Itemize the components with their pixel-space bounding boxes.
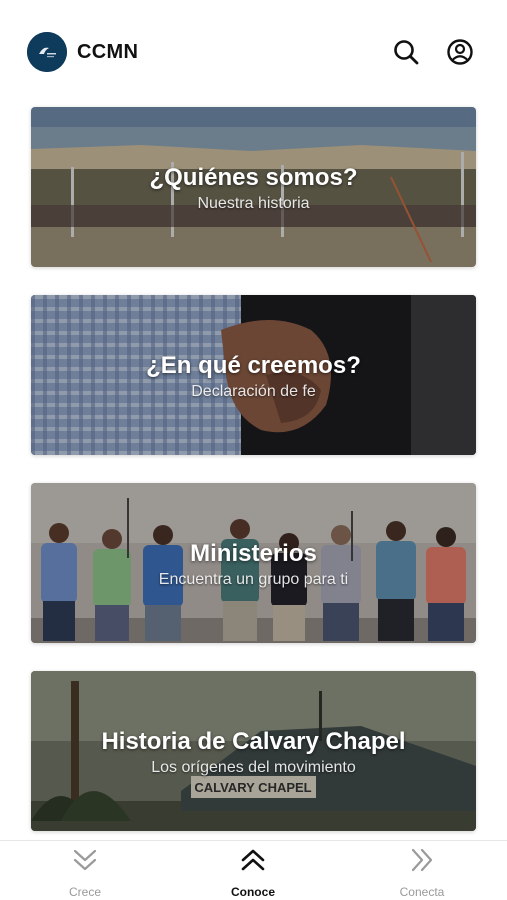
church-logo-icon[interactable]	[27, 32, 67, 72]
card-quienes-somos[interactable]: ¿Quiénes somos? Nuestra historia	[31, 107, 476, 267]
app-title: CCMN	[77, 41, 139, 63]
card-ministerios[interactable]: Ministerios Encuentra un grupo para ti	[31, 483, 476, 643]
card-en-que-creemos[interactable]: ¿En qué creemos? Declaración de fe	[31, 295, 476, 455]
card-subtitle: Los orígenes del movimiento	[151, 759, 356, 776]
chevrons-up-icon	[238, 847, 268, 873]
card-title: ¿Quiénes somos?	[149, 164, 358, 191]
chevrons-down-icon	[70, 847, 100, 873]
nav-label: Crece	[68, 885, 101, 899]
card-subtitle: Declaración de fe	[191, 383, 316, 400]
user-circle-icon[interactable]	[445, 37, 475, 67]
card-title: Ministerios	[190, 540, 317, 567]
card-title: ¿En qué creemos?	[146, 352, 361, 379]
card-subtitle: Encuentra un grupo para ti	[158, 571, 349, 588]
nav-label: Conoce	[230, 885, 275, 899]
card-title: Historia de Calvary Chapel	[101, 728, 406, 755]
bottom-nav: Crece Conoce Conecta	[0, 840, 507, 900]
nav-item-crece[interactable]: Crece	[25, 847, 145, 899]
nav-label: Conecta	[399, 885, 445, 899]
card-subtitle: Nuestra historia	[197, 195, 310, 212]
search-icon[interactable]	[391, 37, 421, 67]
chevrons-right-icon	[407, 847, 437, 873]
app-header: CCMN	[0, 0, 507, 100]
app-screen: CCMN ¿Quiénes somos? Nuestra historia ¿E…	[0, 0, 507, 900]
nav-item-conoce[interactable]: Conoce	[193, 847, 313, 899]
nav-item-conecta[interactable]: Conecta	[362, 847, 482, 899]
card-historia-calvary[interactable]: CALVARY CHAPEL Historia de Calvary Chape…	[31, 671, 476, 831]
